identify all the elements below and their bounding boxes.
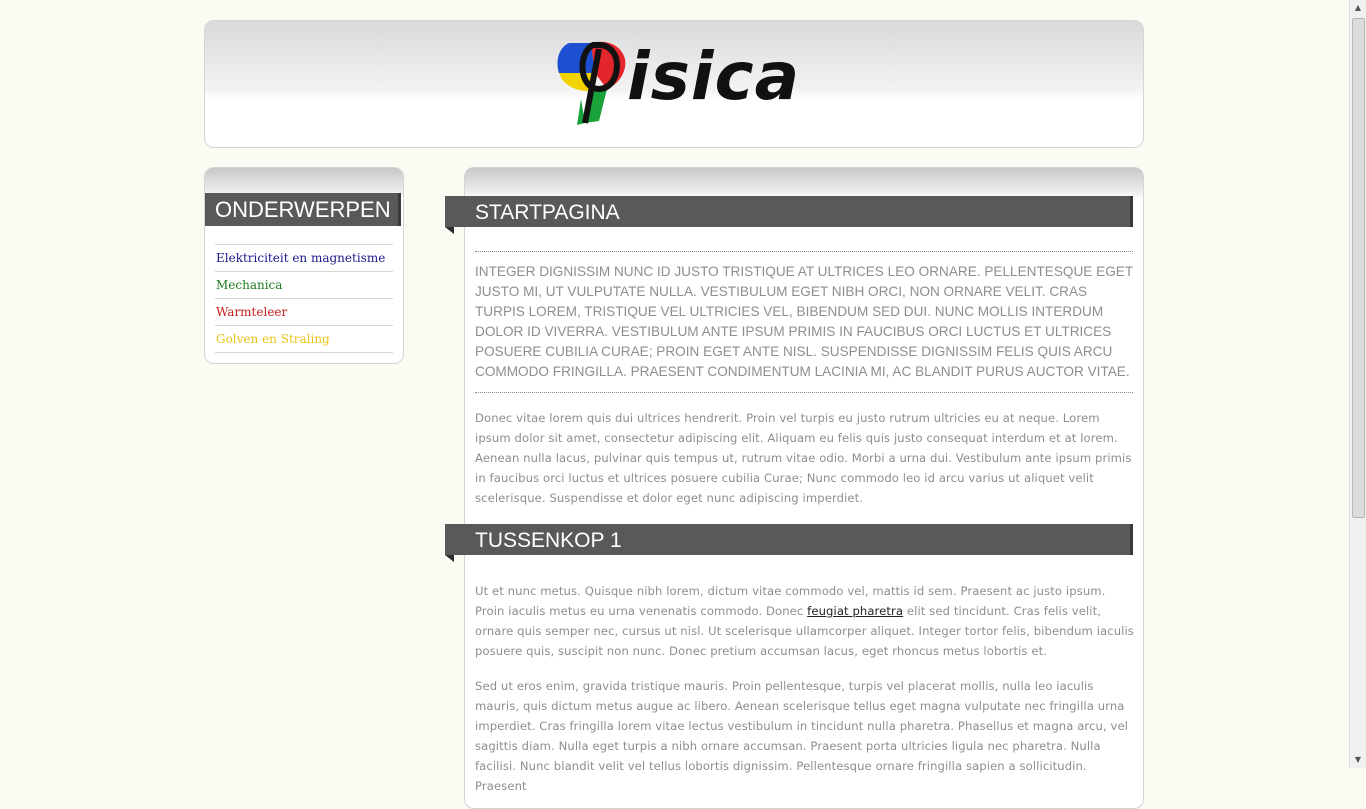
page-title: STARTPAGINA	[445, 196, 1133, 227]
paragraph: Donec vitae lorem quis dui ultrices hend…	[475, 411, 1132, 505]
ribbon-fold	[445, 555, 454, 562]
paragraph: Ut et nunc metus. Quisque nibh lorem, di…	[475, 581, 1137, 661]
vertical-scrollbar[interactable]: ▲ ▼	[1349, 0, 1366, 768]
main-content: STARTPAGINA Integer dignissim nunc id ju…	[445, 167, 1144, 809]
feugiat-pharetra-link[interactable]: feugiat pharetra	[807, 604, 903, 618]
sidebar-item-elektriciteit[interactable]: Elektriciteit en magnetisme	[215, 244, 393, 272]
sidebar-item-warmteleer[interactable]: Warmteleer	[215, 299, 393, 326]
sidebar-title: ONDERWERPEN	[205, 193, 401, 226]
paragraph: Sed ut eros enim, gravida tristique maur…	[475, 679, 1129, 793]
scroll-down-icon[interactable]: ▼	[1350, 752, 1366, 768]
sidebar-item-golven[interactable]: Golven en Straling	[215, 326, 393, 353]
intro-text: Integer dignissim nunc id justo tristiqu…	[475, 264, 1133, 379]
divider	[475, 251, 1133, 252]
subheading: TUSSENKOP 1	[445, 524, 1133, 555]
divider	[475, 392, 1133, 393]
scrollbar-thumb[interactable]	[1352, 18, 1365, 518]
sidebar: ONDERWERPEN Elektriciteit en magnetisme …	[204, 167, 404, 364]
sidebar-nav: Elektriciteit en magnetisme Mechanica Wa…	[215, 244, 393, 353]
site-logo[interactable]: isica	[555, 39, 799, 129]
ribbon-fold	[445, 227, 454, 234]
sidebar-item-mechanica[interactable]: Mechanica	[215, 272, 393, 299]
scroll-up-icon[interactable]: ▲	[1350, 0, 1366, 16]
logo-wordmark: isica	[627, 38, 801, 115]
site-header: isica	[204, 20, 1144, 148]
